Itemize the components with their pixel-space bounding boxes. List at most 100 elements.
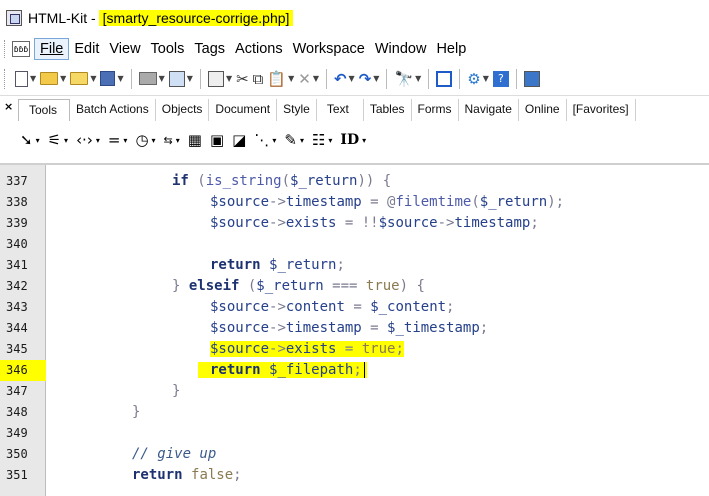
title-bar: HTML-Kit - [smarty_resource-corrige.php]	[0, 0, 709, 36]
menu-app-icon[interactable]: ɓɓɓ	[12, 41, 30, 57]
calendar-tool-button[interactable]: ▦	[188, 131, 202, 149]
open-folder-icon	[40, 72, 59, 85]
tools-panel: × Tools Batch Actions Objects Document S…	[0, 97, 709, 163]
line-number: 350	[6, 447, 28, 461]
code-line: $source->exists = true;	[210, 341, 404, 357]
redo-button[interactable]: ↷ ▼	[357, 68, 382, 90]
equals-tool-button[interactable]: = ▾	[108, 131, 128, 149]
magic-wand-tool-button[interactable]: ⚟ ▾	[48, 131, 68, 149]
open-folder-button[interactable]: ▼	[38, 68, 68, 90]
paste-icon: 📋	[267, 69, 287, 88]
code-line: $source->exists = !!$source->timestamp;	[210, 215, 539, 231]
code-line: // give up	[132, 446, 217, 462]
code-line: $source->content = $_content;	[210, 299, 455, 315]
code-editor[interactable]: 337 338 339 340 341 342 343 344 345 346 …	[0, 163, 709, 496]
text-caret	[363, 362, 365, 378]
new-file-icon	[15, 70, 28, 87]
print-button[interactable]: ▼	[137, 68, 167, 90]
toolbar-separator	[459, 68, 461, 89]
window-title-app: HTML-Kit -	[28, 10, 96, 26]
figure-tool-button[interactable]: ◪	[232, 131, 246, 149]
menu-help[interactable]: Help	[431, 39, 471, 59]
save-button[interactable]: ▼	[98, 68, 125, 90]
toolbar-separator	[199, 68, 201, 89]
text-tool-button[interactable]: ⇆ ▾	[164, 134, 180, 147]
line-number-gutter: 337 338 339 340 341 342 343 344 345 346 …	[0, 165, 46, 496]
line-number: 338	[6, 195, 28, 209]
delete-icon: ✕	[298, 69, 311, 88]
toolbar-separator	[325, 68, 327, 89]
tab-text[interactable]: Text	[317, 99, 364, 121]
undo-button[interactable]: ↶ ▼	[332, 68, 357, 90]
tools-tab-content: ➘ ▾ ⚟ ▾ ‹·› ▾ = ▾ ◷ ▾ ⇆ ▾ ▦ ▣ ◪ ⋱ ▾ ✎ ▾ ☷ ▾ ID ▾	[20, 125, 374, 155]
tab-style[interactable]: Style	[277, 99, 317, 121]
toolbar-grip[interactable]	[4, 68, 9, 89]
split-view-button[interactable]	[434, 68, 454, 90]
code-area[interactable]: if (is_string($_return)) { $source->time…	[48, 165, 709, 496]
stamp-icon: ✎	[284, 131, 297, 149]
window-title-file: [smarty_resource-corrige.php]	[98, 10, 294, 26]
line-number: 337	[6, 174, 28, 188]
publish-icon	[168, 70, 185, 87]
image-tool-button[interactable]: ▣	[210, 131, 224, 149]
line-number: 351	[6, 468, 28, 482]
menu-actions[interactable]: Actions	[230, 39, 288, 59]
code-line: $source->timestamp = $_timestamp;	[210, 320, 489, 336]
paste-button[interactable]: 📋 ▼	[265, 68, 296, 90]
cut-button[interactable]: ✂	[234, 68, 251, 90]
help-button[interactable]: ?	[491, 68, 511, 90]
plugin-icon: ⚙	[467, 69, 481, 88]
cursor-tool-button[interactable]: ➘ ▾	[20, 131, 40, 149]
menu-view[interactable]: View	[104, 39, 145, 59]
tab-forms[interactable]: Forms	[412, 99, 459, 121]
id-tool-button[interactable]: ID ▾	[340, 132, 366, 148]
tab-objects[interactable]: Objects	[156, 99, 210, 121]
tab-batch-actions[interactable]: Batch Actions	[70, 99, 156, 121]
toolbar-separator	[386, 68, 388, 89]
menubar-grip[interactable]	[4, 40, 9, 58]
menu-tools[interactable]: Tools	[146, 39, 190, 59]
code-line-highlighted: return $_filepath;	[198, 360, 367, 381]
main-toolbar: ▼ ▼ ▼ ▼ ▼ ▼ ▼ ✂ ⧉ 📋 ▼ ✕ ▼ ↶ ▼ ↷ ▼ 🔭 ▼ ⚙ ▼ ?	[0, 62, 709, 96]
code-tags-tool-button[interactable]: ‹·› ▾	[76, 131, 100, 149]
code-line: if (is_string($_return)) {	[172, 173, 392, 189]
menu-workspace[interactable]: Workspace	[288, 39, 370, 59]
figure-icon: ◪	[232, 131, 247, 149]
delete-button[interactable]: ✕ ▼	[296, 68, 321, 90]
stamp-tool-button[interactable]: ✎ ▾	[284, 131, 304, 149]
nodes-tool-button[interactable]: ⋱ ▾	[254, 131, 276, 149]
new-file-button[interactable]: ▼	[13, 68, 38, 90]
toolbar-separator	[428, 68, 430, 89]
menu-edit[interactable]: Edit	[69, 39, 104, 59]
redo-icon: ↷	[358, 69, 372, 88]
panel-close-icon[interactable]: ×	[4, 100, 13, 113]
tab-document[interactable]: Document	[209, 99, 278, 121]
text-arrows-icon: ⇆	[163, 133, 173, 147]
tab-tables[interactable]: Tables	[364, 99, 412, 121]
window-button[interactable]: ▼	[206, 68, 234, 90]
code-line: return false;	[132, 467, 242, 483]
copy-button[interactable]: ⧉	[251, 68, 266, 90]
menu-tags[interactable]: Tags	[189, 39, 230, 59]
code-line: } elseif ($_return === true) {	[172, 278, 425, 294]
find-button[interactable]: 🔭 ▼	[392, 68, 423, 90]
cut-icon: ✂	[236, 69, 249, 88]
open-recent-button[interactable]: ▼	[68, 68, 98, 90]
image-icon: ▣	[209, 131, 225, 149]
tab-tools[interactable]: Tools	[18, 99, 71, 121]
menu-window[interactable]: Window	[370, 39, 432, 59]
menu-bar: ɓɓɓ File Edit View Tools Tags Actions Wo…	[0, 36, 709, 62]
toolbar-separator	[515, 68, 517, 89]
plugin-button[interactable]: ⚙ ▼	[465, 68, 491, 90]
tab-favorites[interactable]: [Favorites]	[567, 99, 636, 121]
monitor-button[interactable]	[522, 68, 542, 90]
publish-button[interactable]: ▼	[167, 68, 195, 90]
calendar-icon: ▦	[187, 131, 202, 149]
tab-online[interactable]: Online	[519, 99, 567, 121]
window-icon	[207, 70, 224, 87]
clock-tool-button[interactable]: ◷ ▾	[135, 131, 155, 149]
form-tool-button[interactable]: ☷ ▾	[312, 131, 332, 149]
tab-navigate[interactable]: Navigate	[459, 99, 519, 121]
line-number-highlighted: 346	[0, 360, 46, 381]
menu-file[interactable]: File	[34, 38, 70, 60]
